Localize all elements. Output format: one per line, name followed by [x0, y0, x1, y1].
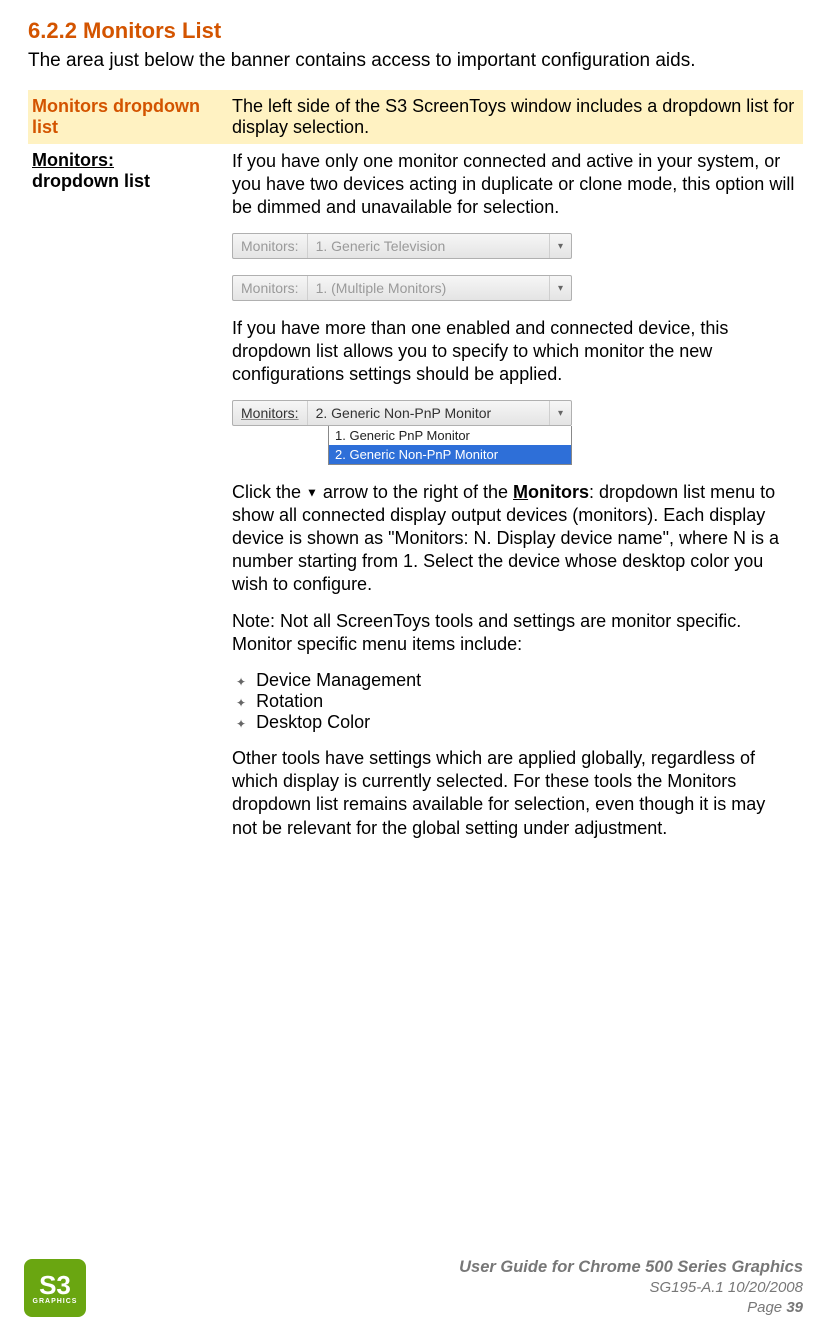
list-item: Desktop Color	[232, 712, 795, 733]
footer-page-label: Page	[747, 1299, 786, 1316]
row-content: The left side of the S3 ScreenToys windo…	[228, 90, 803, 144]
dropdown: Monitors: 1. Generic Television ▾	[232, 233, 572, 259]
dropdown-value: 1. Generic Television	[308, 234, 549, 258]
dropdown-arrow-icon: ▼	[306, 486, 318, 500]
footer-page: Page 39	[98, 1298, 803, 1318]
dropdown-options: 1. Generic PnP Monitor 2. Generic Non-Pn…	[328, 426, 572, 465]
s3-logo: S3 GRAPHICS	[24, 1259, 86, 1317]
row1-text: The left side of the S3 ScreenToys windo…	[232, 96, 794, 137]
bullet-text: Desktop Color	[256, 712, 370, 732]
bullet-text: Rotation	[256, 691, 323, 711]
dropdown-label: Monitors:	[233, 276, 308, 300]
dropdown: Monitors: 1. (Multiple Monitors) ▾	[232, 275, 572, 301]
dropdown-label: Monitors:	[233, 234, 308, 258]
chevron-down-icon: ▾	[549, 276, 571, 300]
footer-docref: SG195-A.1 10/20/2008	[98, 1278, 803, 1298]
footer-page-number: 39	[786, 1299, 803, 1316]
bullet-list: Device Management Rotation Desktop Color	[232, 670, 795, 733]
paragraph: Other tools have settings which are appl…	[232, 747, 795, 839]
table-row: Monitors: dropdown list If you have only…	[28, 144, 803, 860]
row-label: Monitors dropdown list	[28, 90, 228, 144]
section-heading: 6.2.2 Monitors List	[28, 18, 803, 44]
table-row: Monitors dropdown list The left side of …	[28, 90, 803, 144]
footer-title: User Guide for Chrome 500 Series Graphic…	[98, 1257, 803, 1278]
p3-rest-word: onitors	[528, 482, 589, 502]
p3-part-b: arrow to the right of the	[318, 482, 513, 502]
section-intro: The area just below the banner contains …	[28, 50, 803, 72]
paragraph: If you have only one monitor connected a…	[232, 150, 795, 219]
monitors-dropdown-disabled-2: Monitors: 1. (Multiple Monitors) ▾	[232, 275, 795, 301]
list-item: Rotation	[232, 691, 795, 712]
p3-part-a: Click the	[232, 482, 306, 502]
paragraph: Click the ▼ arrow to the right of the Mo…	[232, 481, 795, 596]
bullet-text: Device Management	[256, 670, 421, 690]
row2-label-rest: dropdown list	[32, 171, 150, 191]
dropdown-option[interactable]: 1. Generic PnP Monitor	[329, 426, 571, 445]
monitors-dropdown-expanded: Monitors: 2. Generic Non-PnP Monitor ▾ 1…	[232, 400, 795, 465]
page-footer: S3 GRAPHICS User Guide for Chrome 500 Se…	[24, 1257, 803, 1317]
chevron-down-icon: ▾	[549, 234, 571, 258]
monitors-dropdown-disabled-1: Monitors: 1. Generic Television ▾	[232, 233, 795, 259]
list-item: Device Management	[232, 670, 795, 691]
logo-subtext: GRAPHICS	[33, 1298, 78, 1305]
dropdown-value: 2. Generic Non-PnP Monitor	[308, 401, 549, 425]
p3-underlined-m: M	[513, 482, 528, 502]
dropdown[interactable]: Monitors: 2. Generic Non-PnP Monitor ▾	[232, 400, 572, 426]
logo-text: S3	[39, 1272, 71, 1298]
dropdown-value: 1. (Multiple Monitors)	[308, 276, 549, 300]
row2-label-underlined: Monitors:	[32, 150, 114, 170]
footer-text: User Guide for Chrome 500 Series Graphic…	[98, 1257, 803, 1317]
chevron-down-icon[interactable]: ▾	[549, 401, 571, 425]
row-label: Monitors: dropdown list	[28, 144, 228, 860]
paragraph: Note: Not all ScreenToys tools and setti…	[232, 610, 795, 656]
paragraph: If you have more than one enabled and co…	[232, 317, 795, 386]
dropdown-label: Monitors:	[233, 401, 308, 425]
dropdown-option-selected[interactable]: 2. Generic Non-PnP Monitor	[329, 445, 571, 464]
definition-table: Monitors dropdown list The left side of …	[28, 90, 803, 860]
row-content: If you have only one monitor connected a…	[228, 144, 803, 860]
